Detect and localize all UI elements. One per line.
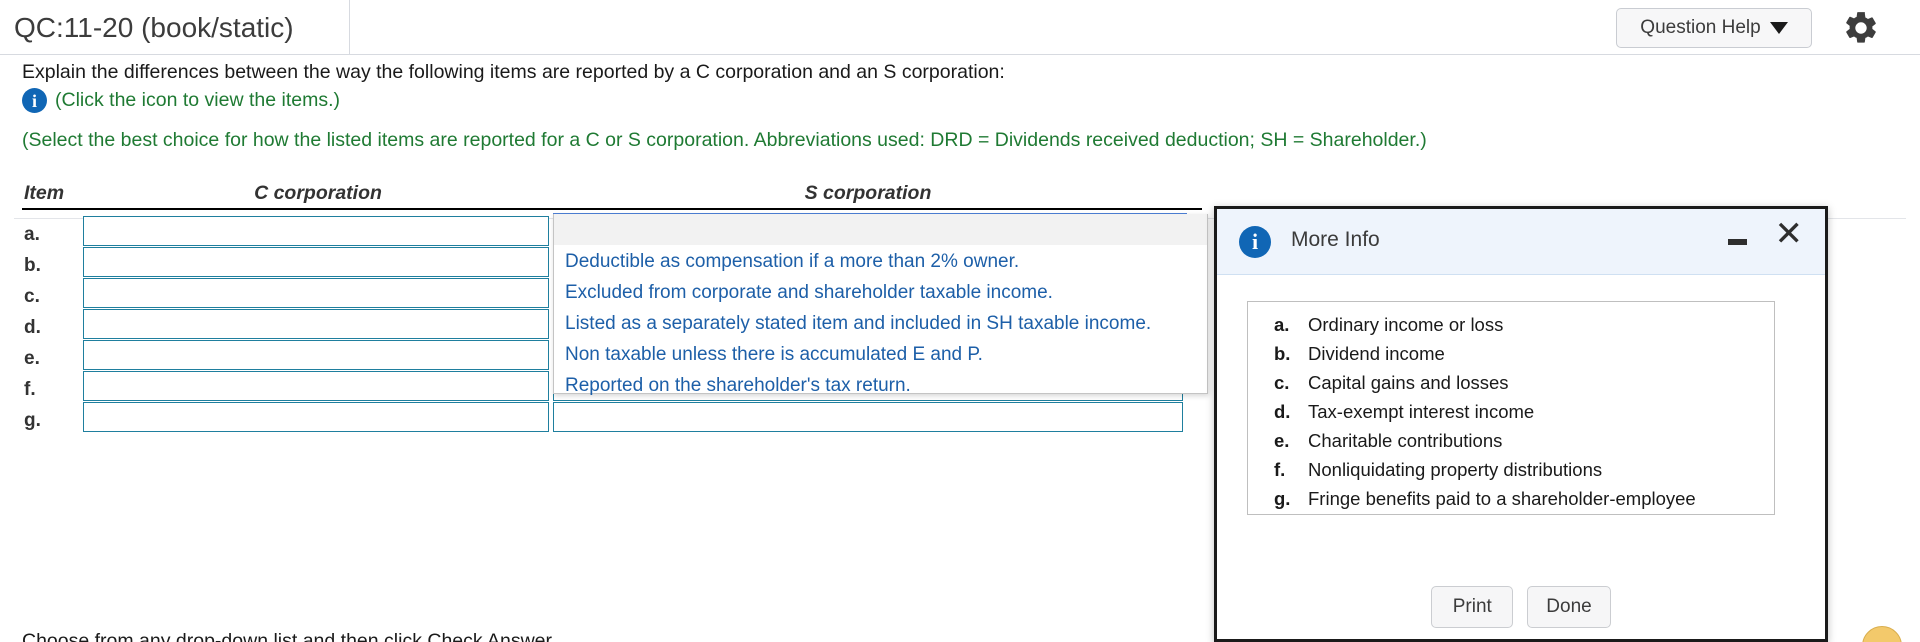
minimize-icon[interactable]: [1728, 239, 1747, 245]
list-item: e. Charitable contributions: [1248, 430, 1774, 459]
list-item: a. Ordinary income or loss: [1248, 314, 1774, 343]
list-item-letter: g.: [1274, 488, 1291, 509]
list-item-text: Dividend income: [1308, 343, 1445, 364]
info-icon: i: [1239, 226, 1271, 258]
column-header-item: Item: [24, 182, 65, 204]
dialog-body: a. Ordinary income or loss b. Dividend i…: [1217, 275, 1825, 575]
chevron-down-icon: [1769, 22, 1788, 34]
list-item-letter: b.: [1274, 343, 1291, 364]
more-info-dialog: i More Info ✕ a. Ordinary income or loss…: [1214, 206, 1828, 642]
question-icon-hint-row: i (Click the icon to view the items.): [22, 88, 340, 113]
row-letter: g.: [24, 410, 41, 431]
list-item-text: Ordinary income or loss: [1308, 314, 1504, 335]
dropdown-option[interactable]: Reported on the shareholder's tax return…: [554, 370, 1207, 401]
row-letter: f.: [24, 379, 36, 400]
column-header-s-corp: S corporation: [804, 182, 932, 204]
dropdown-option[interactable]: Non taxable unless there is accumulated …: [554, 339, 1207, 370]
list-item-text: Capital gains and losses: [1308, 372, 1509, 393]
list-item-letter: f.: [1274, 459, 1286, 480]
c-corp-input-e[interactable]: [83, 340, 549, 370]
table-header-rule: [22, 208, 1202, 210]
dialog-footer: Print Done: [1217, 575, 1825, 639]
question-tab[interactable]: QC:11-20 (book/static): [0, 0, 350, 55]
list-item-text: Charitable contributions: [1308, 430, 1503, 451]
dropdown-option-blank[interactable]: [554, 214, 1207, 246]
list-item-letter: e.: [1274, 430, 1290, 451]
list-item: f. Nonliquidating property distributions: [1248, 459, 1774, 488]
page-header: QC:11-20 (book/static) Question Help: [0, 0, 1920, 55]
dialog-title: More Info: [1291, 228, 1380, 251]
list-item-text: Tax-exempt interest income: [1308, 401, 1535, 422]
gear-icon[interactable]: [1842, 9, 1880, 47]
column-header-c-corp: C corporation: [254, 182, 382, 204]
row-letter: c.: [24, 286, 40, 307]
done-button[interactable]: Done: [1527, 586, 1611, 628]
dropdown-option[interactable]: Listed as a separately stated item and i…: [554, 308, 1207, 339]
dropdown-option[interactable]: Excluded from corporate and shareholder …: [554, 277, 1207, 308]
footer-instruction: Choose from any drop-down list and then …: [22, 630, 557, 642]
page-title: QC:11-20 (book/static): [14, 11, 294, 43]
list-item: d. Tax-exempt interest income: [1248, 401, 1774, 430]
list-item-text: Nonliquidating property distributions: [1308, 459, 1603, 480]
list-item: g. Fringe benefits paid to a shareholder…: [1248, 488, 1774, 517]
c-corp-input-g[interactable]: [83, 402, 549, 432]
row-letter: a.: [24, 224, 40, 245]
dialog-header: i More Info ✕: [1217, 209, 1825, 275]
c-corp-input-c[interactable]: [83, 278, 549, 308]
print-button[interactable]: Print: [1431, 586, 1514, 628]
table-row: g.: [0, 402, 1200, 433]
question-instruction: (Select the best choice for how the list…: [22, 129, 1427, 151]
list-item-letter: d.: [1274, 401, 1291, 422]
list-item-text: Fringe benefits paid to a shareholder-em…: [1308, 488, 1696, 509]
question-help-button[interactable]: Question Help: [1616, 8, 1812, 48]
question-help-label: Question Help: [1640, 17, 1761, 38]
c-corp-input-f[interactable]: [83, 371, 549, 401]
row-letter: d.: [24, 317, 41, 338]
question-icon-hint: (Click the icon to view the items.): [55, 89, 341, 111]
list-item-letter: c.: [1274, 372, 1290, 393]
info-icon[interactable]: i: [22, 88, 47, 113]
list-item-letter: a.: [1274, 314, 1290, 335]
question-prompt: Explain the differences between the way …: [22, 61, 1005, 83]
dropdown-option[interactable]: Deductible as compensation if a more tha…: [554, 246, 1207, 277]
s-corp-dropdown-list[interactable]: Deductible as compensation if a more tha…: [553, 214, 1208, 396]
c-corp-input-a[interactable]: [83, 216, 549, 246]
c-corp-input-b[interactable]: [83, 247, 549, 277]
row-letter: e.: [24, 348, 40, 369]
question-page: QC:11-20 (book/static) Question Help Exp…: [0, 0, 1920, 642]
list-item: c. Capital gains and losses: [1248, 372, 1774, 401]
row-letter: b.: [24, 255, 41, 276]
help-bubble-icon[interactable]: [1862, 626, 1902, 642]
close-icon[interactable]: ✕: [1775, 217, 1804, 251]
list-item: b. Dividend income: [1248, 343, 1774, 372]
c-corp-input-d[interactable]: [83, 309, 549, 339]
more-info-list: a. Ordinary income or loss b. Dividend i…: [1247, 301, 1775, 515]
s-corp-input-g[interactable]: [553, 402, 1183, 432]
